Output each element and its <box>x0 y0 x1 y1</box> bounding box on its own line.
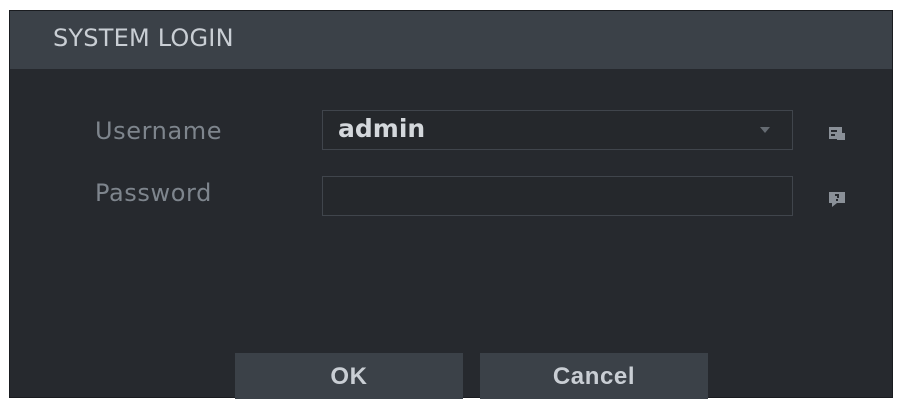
chevron-down-icon[interactable] <box>760 127 770 133</box>
cancel-button[interactable]: Cancel <box>480 353 708 399</box>
dialog-titlebar: SYSTEM LOGIN <box>10 11 892 69</box>
ok-button[interactable]: OK <box>235 353 463 399</box>
login-dialog: SYSTEM LOGIN Username admin Password OK … <box>9 10 893 399</box>
keyboard-icon[interactable] <box>828 125 846 141</box>
password-input[interactable] <box>323 177 792 215</box>
username-label: Username <box>95 117 223 145</box>
username-dropdown[interactable]: admin <box>322 110 793 150</box>
password-label: Password <box>95 179 212 207</box>
username-value: admin <box>338 114 426 143</box>
password-field[interactable] <box>322 176 793 216</box>
dialog-title: SYSTEM LOGIN <box>53 24 234 52</box>
help-icon[interactable] <box>828 191 846 207</box>
